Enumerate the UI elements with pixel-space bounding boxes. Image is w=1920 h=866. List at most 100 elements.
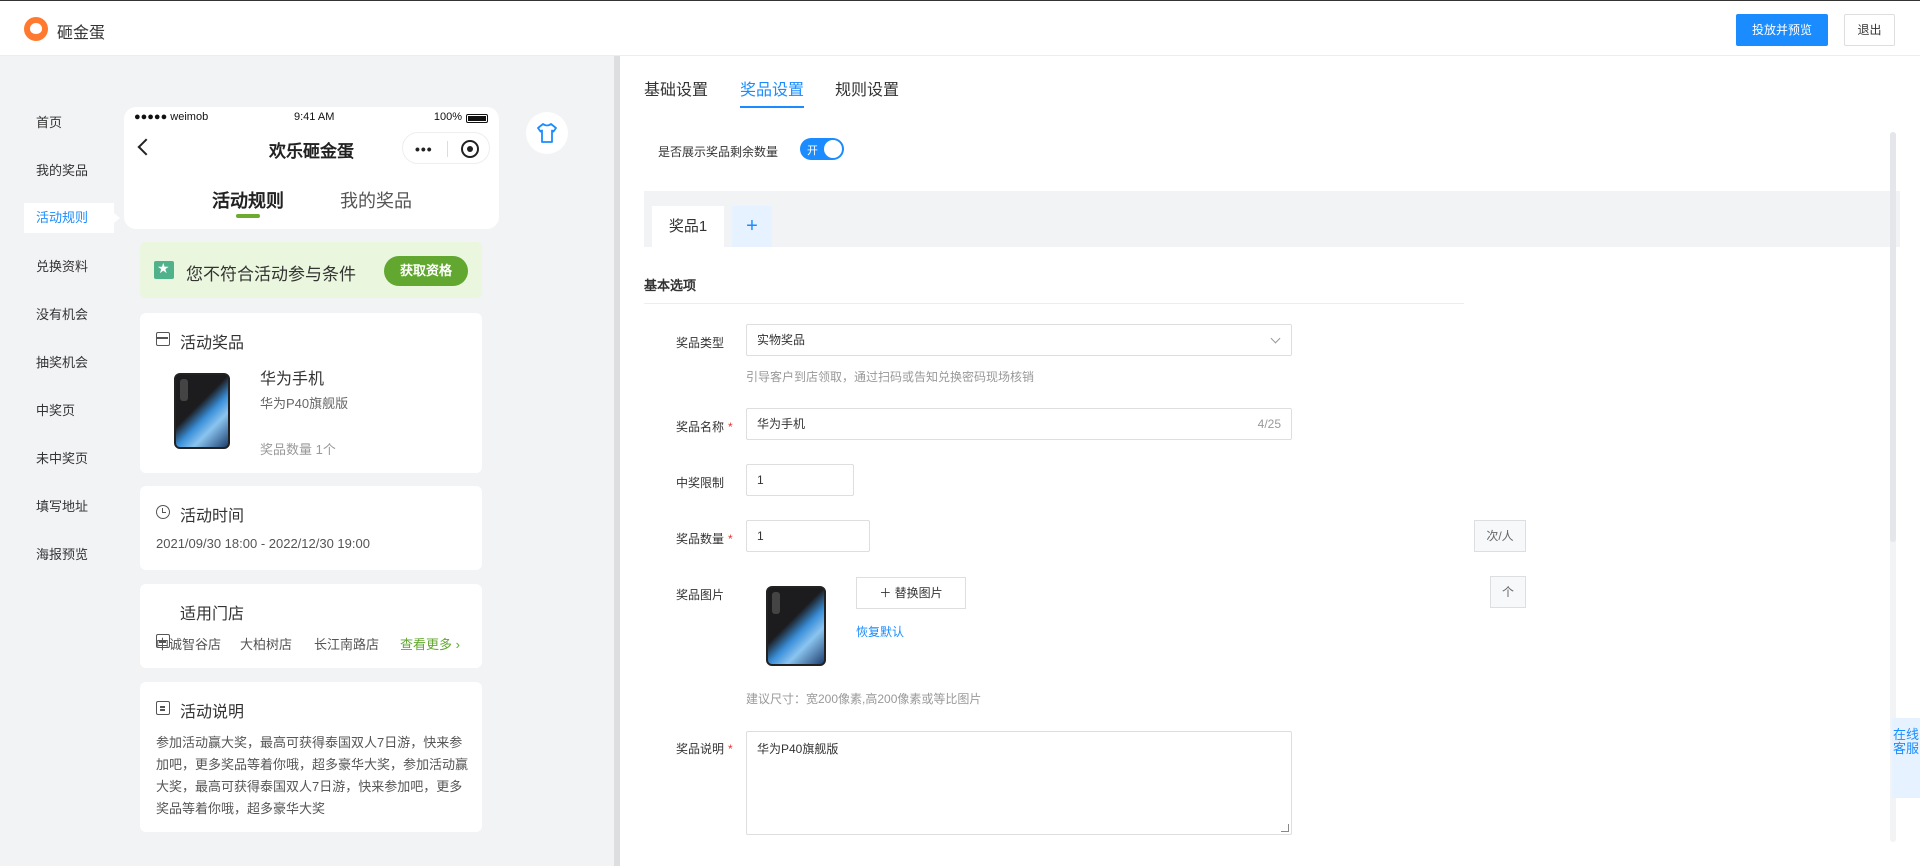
prize-type-label: 奖品类型	[676, 336, 725, 350]
active-tab-indicator	[740, 106, 804, 108]
prize-type-hint: 引导客户到店领取，通过扫码或告知兑换密码现场核销	[746, 370, 1035, 384]
prize-desc-value: 华为P40旗舰版	[757, 742, 839, 756]
required-mark: *	[728, 420, 733, 434]
gift-box-icon	[156, 332, 170, 346]
status-time: 9:41 AM	[294, 111, 335, 123]
publish-preview-button[interactable]: 投放并预览	[1736, 14, 1828, 46]
eligibility-notice: 您不符合活动参与条件 获取资格	[140, 242, 482, 298]
preview-tab-indicator	[236, 214, 260, 218]
section-title: 基本选项	[644, 278, 697, 293]
scrollbar-thumb[interactable]	[1890, 132, 1896, 542]
resize-handle-icon[interactable]	[1281, 824, 1289, 832]
prize-subtitle: 华为P40旗舰版	[260, 396, 349, 411]
battery-percent: 100%	[433, 111, 462, 123]
battery-icon	[466, 114, 488, 123]
status-bar: ●●●●● weimob 9:41 AM 100%	[130, 111, 492, 127]
description-card-title: 活动说明	[180, 704, 245, 721]
prize-qty-unit: 个	[1490, 576, 1526, 608]
prize-desc-textarea[interactable]: 华为P40旗舰版	[746, 731, 1292, 835]
prize-type-select[interactable]: 实物奖品	[746, 324, 1292, 356]
sidebar-item-activity-rules[interactable]: 活动规则	[24, 203, 120, 233]
chevron-down-icon	[1270, 333, 1281, 344]
miniapp-capsule: •••	[402, 132, 490, 164]
notice-text: 您不符合活动参与条件	[186, 265, 356, 284]
prize-phone-image	[174, 373, 230, 449]
store-name: 长江南路店	[314, 637, 380, 652]
store-name: 大柏树店	[240, 637, 293, 652]
app-title: 砸金蛋	[57, 25, 106, 42]
sidebar-item-fill-address[interactable]: 填写地址	[24, 492, 114, 522]
description-card: 活动说明 参加活动赢大奖，最高可获得泰国双人7日游，快来参加吧，更多奖品等着你哦…	[140, 682, 482, 832]
prize-name: 华为手机	[260, 371, 325, 388]
description-text: 参加活动赢大奖，最高可获得泰国双人7日游，快来参加吧，更多奖品等着你哦，超多豪华…	[156, 735, 469, 816]
win-limit-value: 1	[757, 473, 764, 487]
restore-default-link[interactable]: 恢复默认	[856, 623, 904, 640]
sidebar-item-poster-preview[interactable]: 海报预览	[24, 540, 114, 570]
required-mark: *	[728, 532, 733, 546]
prize-type-value: 实物奖品	[757, 333, 806, 347]
prize-qty-label: 奖品数量 *	[676, 532, 733, 546]
sidebar-item-home[interactable]: 首页	[24, 108, 114, 138]
get-qualification-button[interactable]: 获取资格	[384, 256, 468, 286]
logout-button[interactable]: 退出	[1844, 14, 1895, 46]
view-more-link[interactable]: 查看更多 ›	[400, 634, 460, 653]
sidebar-item-my-prizes[interactable]: 我的奖品	[24, 156, 114, 186]
document-icon	[156, 701, 170, 715]
phone-preview-header: ●●●●● weimob 9:41 AM 100% 欢乐砸金蛋 ••• 活动规则…	[124, 107, 499, 229]
win-limit-label: 中奖限制	[676, 476, 725, 490]
prize-card: 活动奖品 华为手机 华为P40旗舰版 奖品数量 1个	[140, 313, 482, 473]
top-bar: 砸金蛋 投放并预览 退出	[0, 0, 1920, 56]
store-card: 适用门店 中诚智谷店 大柏树店 长江南路店 查看更多 ›	[140, 584, 482, 668]
sidebar-item-no-chance[interactable]: 没有机会	[24, 300, 114, 330]
egg-logo-icon	[24, 17, 48, 41]
add-prize-button[interactable]: +	[732, 206, 772, 247]
shirt-icon	[537, 123, 557, 143]
prize-qty-input[interactable]: 1	[746, 520, 870, 552]
prize-desc-label: 奖品说明 *	[676, 742, 733, 756]
prize-qty-value: 1	[757, 529, 764, 543]
sidebar-item-draw-chance[interactable]: 抽奖机会	[24, 348, 114, 378]
prize-image-thumbnail	[766, 586, 826, 666]
sidebar-item-redeem-info[interactable]: 兑换资料	[24, 252, 114, 282]
tab-rule-settings[interactable]: 规则设置	[835, 76, 899, 100]
prize-name-value: 华为手机	[757, 417, 806, 431]
image-size-hint: 建议尺寸：宽200像素,高200像素或等比图片	[746, 692, 982, 706]
close-target-icon[interactable]	[461, 140, 479, 158]
time-card-title: 活动时间	[180, 508, 245, 525]
toggle-state-text: 开	[807, 145, 818, 157]
more-icon[interactable]: •••	[415, 141, 433, 157]
online-service-button[interactable]: 在线客服	[1892, 718, 1920, 798]
sidebar-item-win-page[interactable]: 中奖页	[24, 396, 114, 426]
clock-icon	[156, 505, 170, 519]
sidebar-item-lose-page[interactable]: 未中奖页	[24, 444, 114, 474]
tab-basic-settings[interactable]: 基础设置	[644, 76, 708, 100]
tab-prize-settings[interactable]: 奖品设置	[740, 76, 804, 100]
toggle-knob	[824, 140, 842, 158]
carrier-label: ●●●●● weimob	[134, 111, 209, 123]
show-remaining-toggle[interactable]: 开	[800, 138, 844, 160]
store-name: 中诚智谷店	[156, 637, 222, 652]
store-card-title: 适用门店	[180, 606, 245, 623]
prize-tab-1[interactable]: 奖品1	[652, 206, 724, 247]
prize-tab-bar: 奖品1 +	[644, 191, 1900, 247]
win-limit-input[interactable]: 1	[746, 464, 854, 496]
activity-time-range: 2021/09/30 18:00 - 2022/12/30 19:00	[156, 536, 370, 551]
required-mark: *	[728, 742, 733, 756]
time-card: 活动时间 2021/09/30 18:00 - 2022/12/30 19:00	[140, 486, 482, 570]
show-remaining-label: 是否展示奖品剩余数量	[658, 145, 779, 159]
capsule-divider	[447, 141, 448, 157]
prize-quantity: 奖品数量 1个	[260, 442, 336, 457]
prize-card-title: 活动奖品	[180, 335, 245, 352]
theme-shirt-button[interactable]	[526, 112, 568, 154]
replace-image-button[interactable]: ＋ 替换图片	[856, 577, 966, 609]
win-limit-unit: 次/人	[1474, 520, 1526, 552]
prize-name-input[interactable]: 华为手机 4/25	[746, 408, 1292, 440]
prize-image-label: 奖品图片	[676, 588, 725, 602]
char-counter: 4/25	[1257, 417, 1281, 431]
prize-name-label: 奖品名称 *	[676, 420, 733, 434]
star-badge-icon	[154, 260, 174, 279]
section-divider	[644, 303, 1464, 304]
preview-tab-rules[interactable]: 活动规则	[212, 187, 284, 213]
preview-tab-my-prizes[interactable]: 我的奖品	[340, 187, 412, 213]
editor-panel: 基础设置 奖品设置 规则设置 是否展示奖品剩余数量 开 奖品1 + 基本选项 奖…	[620, 56, 1920, 866]
